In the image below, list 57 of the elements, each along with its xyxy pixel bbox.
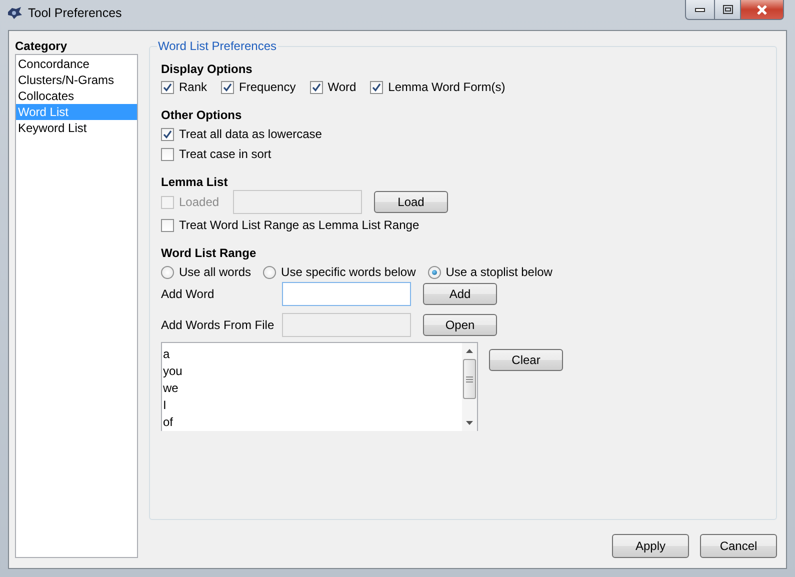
category-item[interactable]: Concordance [16,56,137,72]
word-field[interactable] [282,282,411,306]
clear-button[interactable]: Clear [489,349,563,371]
minimize-button[interactable] [685,0,715,20]
radio-button[interactable] [263,266,276,278]
radio-label: Use a stoplist below [446,265,552,279]
app-icon [7,6,23,20]
section-heading: Word List Range [161,245,258,261]
load-button[interactable]: Load [374,191,448,213]
maximize-icon [722,5,732,14]
checkbox[interactable] [221,80,234,94]
category-item[interactable]: Clusters/N-Grams [16,72,137,88]
close-icon [756,4,768,14]
maximize-button[interactable] [715,0,741,20]
scroll-thumb[interactable] [463,359,476,399]
checkbox-label: Frequency [239,80,296,94]
scrollbar[interactable] [462,343,477,431]
radio-button[interactable] [428,266,441,278]
checkbox[interactable] [161,128,174,140]
checkbox[interactable] [161,148,174,160]
list-item[interactable]: you [162,363,182,380]
close-button[interactable] [741,0,784,20]
apply-button[interactable]: Apply [612,534,689,558]
list-item[interactable]: I [162,397,166,414]
radio-label: Use all words [179,265,252,279]
add-button[interactable]: Add [423,283,497,305]
window-title: Tool Preferences [28,6,122,20]
category-item[interactable]: Keyword List [16,120,137,136]
radio-button[interactable] [161,266,174,278]
checkbox[interactable] [370,80,384,94]
checkbox[interactable] [161,218,174,232]
section-heading: Other Options [161,107,243,123]
checkbox-label: Lemma Word Form(s) [388,80,506,94]
group-title: Word List Preferences [157,39,278,53]
checkbox-label: Treat Word List Range as Lemma List Range [179,218,420,232]
field-label: Add Word [161,287,214,301]
checkbox[interactable] [161,80,174,94]
category-item[interactable]: Collocates [16,88,137,104]
scroll-down-icon[interactable] [466,421,473,425]
field-label: Add Words From File [161,318,274,332]
list-item[interactable]: of [162,414,174,431]
checkbox-label: Loaded [179,195,220,209]
checkbox-label: Rank [179,80,208,94]
list-item[interactable]: we [162,380,178,397]
checkbox-label: Treat case in sort [179,147,272,161]
section-heading: Display Options [161,61,254,77]
checkbox[interactable] [310,80,323,94]
scroll-up-icon[interactable] [466,349,473,353]
grip-icon [466,376,473,382]
checkbox-label: Word [328,80,356,94]
list-item[interactable]: a [162,346,170,363]
radio-label: Use specific words below [281,265,416,279]
checkbox-label: Treat all data as lowercase [179,127,322,141]
category-heading: Category [15,39,68,53]
cancel-button[interactable]: Cancel [700,534,777,558]
minimize-icon [695,8,705,12]
section-heading: Lemma List [161,174,229,190]
